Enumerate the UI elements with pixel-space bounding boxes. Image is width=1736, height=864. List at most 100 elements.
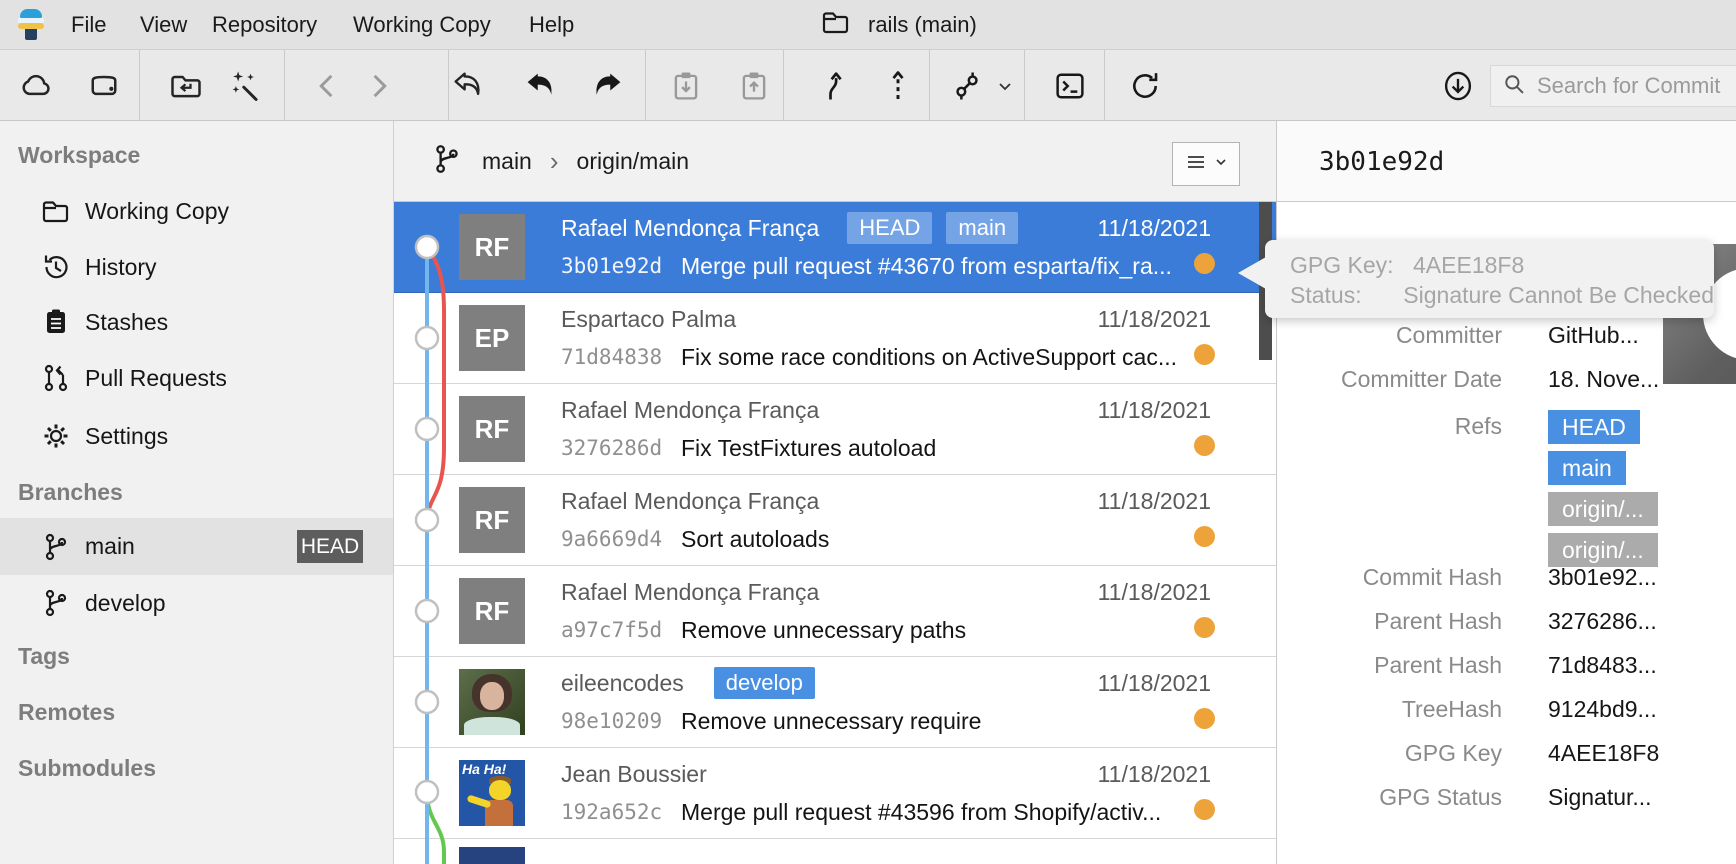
breadcrumb[interactable]: main › origin/main [430, 121, 689, 202]
sidebar-branch-main[interactable]: main HEAD [0, 518, 393, 575]
gpg-status-dot[interactable] [1194, 799, 1215, 820]
search-icon [1501, 71, 1527, 102]
push-button[interactable] [589, 67, 627, 105]
remotes-header[interactable]: Remotes [18, 691, 383, 733]
field-label-parent-hash-1: Parent Hash [1277, 608, 1502, 635]
commit-message: Remove unnecessary require [681, 708, 981, 735]
ref-badge-head[interactable]: HEAD [1548, 410, 1640, 444]
sidebar-item-history[interactable]: History [0, 242, 393, 292]
commit-row-3276286d[interactable]: RF Rafael Mendonça França 11/18/2021 327… [394, 384, 1277, 475]
commits-graph-button[interactable] [948, 67, 986, 105]
gpg-status-dot[interactable] [1194, 708, 1215, 729]
commit-row-3b01e92d[interactable]: RF Rafael Mendonça França HEAD main 11/1… [394, 202, 1277, 293]
menu-view[interactable]: View [134, 0, 193, 50]
gpg-status-dot[interactable] [1194, 435, 1215, 456]
graph-options-button[interactable] [1172, 142, 1240, 186]
folder-icon [820, 6, 852, 44]
avatar: RF [459, 578, 525, 644]
search-box [1490, 65, 1736, 107]
sidebar-item-working-copy[interactable]: Working Copy [0, 186, 393, 236]
branch-icon [430, 142, 464, 182]
commit-row-71d84838[interactable]: EP Espartaco Palma 11/18/2021 71d84838 F… [394, 293, 1277, 384]
sidebar: Workspace Working Copy History Stashes P… [0, 121, 393, 864]
commit-date: 11/18/2021 [1098, 761, 1211, 788]
window-repo-title: rails (main) [820, 0, 977, 50]
field-label-gpg-key: GPG Key [1277, 740, 1502, 767]
tooltip-gpg-key-value: 4AEE18F8 [1413, 252, 1524, 279]
forward-button[interactable] [359, 67, 397, 105]
menu-file[interactable]: File [65, 0, 112, 50]
ref-badge-main[interactable]: main [1548, 451, 1626, 485]
menu-help[interactable]: Help [523, 0, 580, 50]
commit-hash: 3b01e92d [561, 254, 681, 278]
field-label-committer-date: Committer Date [1277, 366, 1502, 393]
cloud-button[interactable] [17, 67, 55, 105]
breadcrumb-upstream: origin/main [577, 148, 690, 175]
search-input[interactable] [1537, 73, 1736, 99]
field-value-parent-hash-2: 71d8483... [1548, 652, 1657, 679]
tags-header[interactable]: Tags [18, 635, 383, 677]
sidebar-branch-develop[interactable]: develop [0, 578, 393, 628]
drive-button[interactable] [85, 67, 123, 105]
gpg-status-dot[interactable] [1194, 253, 1215, 274]
menu-repository[interactable]: Repository [206, 0, 323, 50]
discard-button[interactable] [449, 67, 487, 105]
gpg-status-dot[interactable] [1194, 344, 1215, 365]
commit-row-a97c7f5d[interactable]: RF Rafael Mendonça França 11/18/2021 a97… [394, 566, 1277, 657]
unstash-button[interactable] [735, 67, 773, 105]
commit-date: 11/18/2021 [1098, 670, 1211, 697]
commit-row-9a6669d4[interactable]: RF Rafael Mendonça França 11/18/2021 9a6… [394, 475, 1277, 566]
ref-badge-develop: develop [714, 667, 815, 699]
avatar-partial [459, 847, 525, 864]
sidebar-item-stashes[interactable]: Stashes [0, 297, 393, 347]
ref-badge-origin-2[interactable]: origin/... [1548, 533, 1658, 567]
chevron-down-icon [1214, 155, 1228, 174]
commit-author: Rafael Mendonça França [561, 397, 819, 424]
commit-date: 11/18/2021 [1098, 215, 1211, 242]
field-label-refs: Refs [1277, 413, 1502, 440]
tooltip-status-value: Signature Cannot Be Checked [1403, 282, 1714, 309]
stash-button[interactable] [667, 67, 705, 105]
commit-row-192a652c[interactable]: Ha Ha! Jean Boussier 11/18/2021 192a652c… [394, 748, 1277, 839]
menu-bar: File View Repository Working Copy Help r… [0, 0, 1736, 50]
avatar-photo-nelson: Ha Ha! [459, 760, 525, 826]
commit-date: 11/18/2021 [1098, 397, 1211, 424]
branch-icon [40, 587, 72, 619]
field-label-parent-hash-2: Parent Hash [1277, 652, 1502, 679]
avatar: RF [459, 487, 525, 553]
refresh-button[interactable] [1126, 67, 1164, 105]
sidebar-item-settings[interactable]: Settings [0, 411, 393, 461]
sidebar-item-pull-requests[interactable]: Pull Requests [0, 353, 393, 403]
menu-working-copy[interactable]: Working Copy [347, 0, 497, 50]
merge-button[interactable] [816, 67, 854, 105]
open-repo-button[interactable] [167, 67, 205, 105]
commit-list-panel: main › origin/main RF Rafael Mendonça Fr… [393, 121, 1276, 864]
pull-button[interactable] [521, 67, 559, 105]
commit-row-98e10209[interactable]: eileencodes develop 11/18/2021 98e10209 … [394, 657, 1277, 748]
gpg-status-dot[interactable] [1194, 617, 1215, 638]
commit-message: Merge pull request #43596 from Shopify/a… [681, 799, 1161, 826]
submodules-header[interactable]: Submodules [18, 747, 383, 789]
magic-wand-button[interactable] [227, 67, 265, 105]
stash-clipboard-icon [40, 306, 72, 338]
branches-header: Branches [18, 471, 383, 513]
commit-message: Sort autoloads [681, 526, 829, 553]
commit-author: Rafael Mendonça França [561, 579, 819, 606]
avatar-photo-eileencodes [459, 669, 525, 735]
commit-detail-panel: 3b01e92d CommitterGitHub... Committer Da… [1276, 121, 1736, 864]
tooltip-status-label: Status: [1290, 282, 1390, 309]
download-commits-button[interactable] [1439, 67, 1477, 105]
back-button[interactable] [309, 67, 347, 105]
field-label-committer: Committer [1277, 322, 1502, 349]
commit-message: Fix some race conditions on ActiveSuppor… [681, 344, 1177, 371]
field-value-parent-hash-1: 3276286... [1548, 608, 1657, 635]
gpg-status-dot[interactable] [1194, 526, 1215, 547]
rebase-button[interactable] [879, 67, 917, 105]
field-value-commit-hash: 3b01e92... [1548, 564, 1657, 591]
ref-badge-origin-1[interactable]: origin/... [1548, 492, 1658, 526]
breadcrumb-current-branch: main [482, 148, 532, 175]
commit-hash: 192a652c [561, 800, 681, 824]
commits-graph-chevron-icon[interactable] [992, 67, 1018, 105]
commit-hash: 9a6669d4 [561, 527, 681, 551]
terminal-button[interactable] [1051, 67, 1089, 105]
